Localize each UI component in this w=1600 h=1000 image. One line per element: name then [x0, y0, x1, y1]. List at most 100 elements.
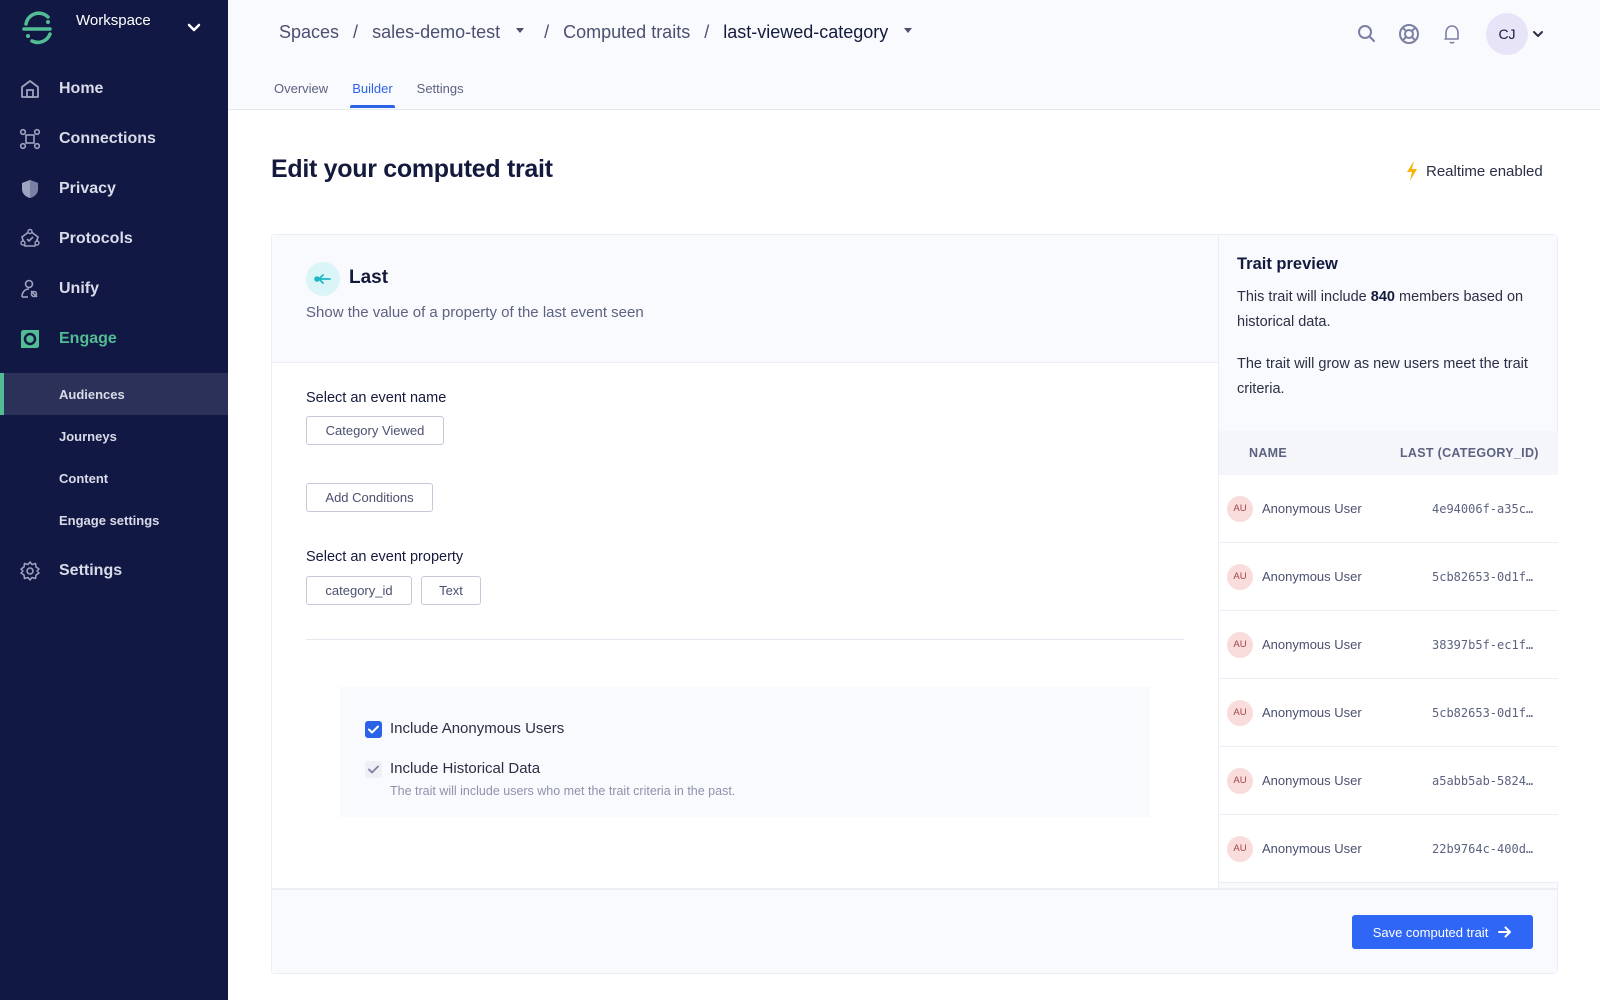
segment-logo-icon — [22, 11, 52, 45]
include-anonymous-checkbox[interactable] — [365, 721, 382, 738]
sidebar-item-protocols[interactable]: Protocols — [0, 217, 228, 261]
shield-icon — [18, 177, 42, 201]
sidebar-subitem-label: Audiences — [59, 386, 125, 402]
row-last-category-id: a5abb5ab-5824… — [1432, 773, 1534, 788]
include-historical-checkbox[interactable] — [365, 761, 382, 778]
workspace-switcher[interactable]: Workspace — [0, 0, 228, 60]
breadcrumb-separator: / — [353, 22, 359, 42]
home-icon — [18, 77, 42, 101]
sidebar-subitem-engage-settings[interactable]: Engage settings — [0, 499, 228, 541]
row-last-category-id: 22b9764c-400d… — [1432, 841, 1534, 856]
engage-icon — [18, 327, 42, 351]
checkmark-icon — [368, 725, 379, 734]
sidebar-item-label: Home — [59, 80, 104, 97]
row-user-name: Anonymous User — [1262, 841, 1362, 856]
user-avatar-initials: AU — [1227, 563, 1253, 590]
checkmark-icon — [368, 765, 379, 774]
trait-preview-title: Trait preview — [1237, 255, 1338, 273]
event-name-select[interactable]: Category Viewed — [306, 416, 444, 445]
trait-type-description: Show the value of a property of the last… — [306, 304, 644, 321]
realtime-status: Realtime enabled — [1406, 161, 1543, 181]
top-header: Spaces / sales-demo-test / Computed trai… — [228, 0, 1600, 110]
breadcrumb-separator: / — [544, 22, 550, 42]
sidebar-item-unify[interactable]: Unify — [0, 267, 228, 311]
table-row[interactable]: AU Anonymous User 38397b5f-ec1f… — [1219, 611, 1558, 679]
caret-down-icon[interactable] — [516, 28, 525, 33]
trait-builder-card: Last Show the value of a property of the… — [271, 234, 1558, 974]
table-row[interactable]: AU Anonymous User 4e94006f-a35c… — [1219, 475, 1558, 543]
sidebar-item-settings[interactable]: Settings — [0, 549, 228, 593]
realtime-label: Realtime enabled — [1426, 162, 1543, 180]
row-last-category-id: 4e94006f-a35c… — [1432, 501, 1534, 516]
workspace-name: Workspace — [76, 12, 151, 29]
breadcrumb-computed-traits[interactable]: Computed traits — [563, 22, 690, 43]
row-user-name: Anonymous User — [1262, 773, 1362, 788]
property-type-select[interactable]: Text — [421, 576, 481, 605]
tab-settings[interactable]: Settings — [415, 78, 466, 108]
lightning-bolt-icon — [1407, 161, 1417, 181]
include-historical-help: The trait will include users who met the… — [390, 784, 736, 798]
chevron-down-icon[interactable] — [1532, 28, 1544, 40]
include-anonymous-label: Include Anonymous Users — [390, 720, 565, 737]
sidebar: Workspace Home Connections Privacy Proto… — [0, 0, 228, 1000]
add-conditions-button[interactable]: Add Conditions — [306, 483, 433, 512]
sidebar-item-connections[interactable]: Connections — [0, 117, 228, 161]
sidebar-item-label: Protocols — [59, 230, 133, 247]
row-user-name: Anonymous User — [1262, 705, 1362, 720]
table-row[interactable]: AU Anonymous User 5cb82653-0d1f… — [1219, 679, 1558, 747]
search-icon[interactable] — [1355, 22, 1379, 46]
caret-down-icon[interactable] — [904, 28, 913, 33]
sidebar-item-privacy[interactable]: Privacy — [0, 167, 228, 211]
user-avatar-initials: AU — [1227, 631, 1253, 658]
user-avatar[interactable]: CJ — [1486, 13, 1528, 55]
row-user-name: Anonymous User — [1262, 569, 1362, 584]
user-avatar-initials: AU — [1227, 495, 1253, 522]
breadcrumb-current-trait: last-viewed-category — [723, 22, 889, 42]
sidebar-item-label: Connections — [59, 130, 156, 147]
save-computed-trait-button[interactable]: Save computed trait — [1352, 915, 1533, 949]
trait-preview-growth-note: The trait will grow as new users meet th… — [1237, 356, 1528, 397]
table-row[interactable]: AU Anonymous User a5abb5ab-5824… — [1219, 747, 1558, 815]
sidebar-subitem-label: Journeys — [59, 428, 117, 444]
event-property-select[interactable]: category_id — [306, 576, 412, 605]
table-row[interactable]: AU Anonymous User 5cb82653-0d1f… — [1219, 543, 1558, 611]
trait-options: Include Anonymous Users Include Historic… — [340, 687, 1150, 817]
breadcrumb-spaces[interactable]: Spaces — [279, 22, 339, 43]
tab-builder[interactable]: Builder — [350, 78, 396, 108]
column-header-name: NAME — [1249, 446, 1288, 460]
row-user-name: Anonymous User — [1262, 501, 1362, 516]
row-last-category-id: 38397b5f-ec1f… — [1432, 637, 1534, 652]
tab-bar: Overview Builder Settings — [272, 78, 486, 108]
sidebar-subitem-content[interactable]: Content — [0, 457, 228, 499]
user-avatar-initials: AU — [1227, 835, 1253, 862]
last-event-icon — [306, 262, 340, 296]
connections-icon — [18, 127, 42, 151]
sidebar-item-label: Settings — [59, 562, 123, 579]
trait-type-title: Last — [349, 267, 389, 288]
table-row[interactable]: AU Anonymous User 22b9764c-400d… — [1219, 815, 1558, 883]
trait-preview-summary: This trait will include 840 members base… — [1237, 285, 1537, 335]
sidebar-item-home[interactable]: Home — [0, 67, 228, 111]
sidebar-subitem-audiences[interactable]: Audiences — [0, 373, 228, 415]
help-lifebuoy-icon[interactable] — [1397, 22, 1421, 46]
trait-preview-panel: Trait preview This trait will include 84… — [1218, 235, 1558, 888]
breadcrumb-separator: / — [704, 22, 710, 42]
bell-icon[interactable] — [1440, 22, 1464, 46]
user-avatar-initials: AU — [1227, 767, 1253, 794]
breadcrumb-space[interactable]: sales-demo-test — [372, 22, 500, 43]
gear-icon — [18, 559, 42, 583]
row-user-name: Anonymous User — [1262, 637, 1362, 652]
section-divider — [306, 639, 1184, 640]
row-last-category-id: 5cb82653-0d1f… — [1432, 569, 1534, 584]
sidebar-subitem-label: Content — [59, 470, 109, 486]
sidebar-item-label: Engage — [59, 330, 117, 347]
sidebar-item-engage[interactable]: Engage — [0, 317, 228, 361]
user-avatar-initials: AU — [1227, 699, 1253, 726]
include-historical-label: Include Historical Data — [390, 760, 541, 777]
member-count: 840 — [1370, 289, 1395, 305]
event-property-label: Select an event property — [306, 549, 464, 565]
protocols-icon — [18, 227, 42, 251]
sidebar-subitem-journeys[interactable]: Journeys — [0, 415, 228, 457]
tab-overview[interactable]: Overview — [272, 78, 330, 108]
chevron-down-icon[interactable] — [186, 20, 202, 36]
